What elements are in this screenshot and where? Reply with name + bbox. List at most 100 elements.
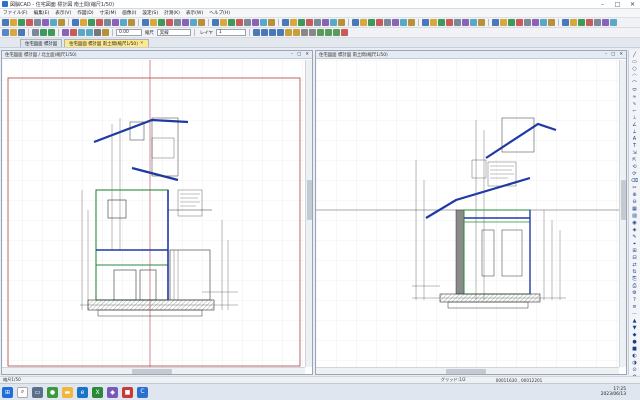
drawing-tool-icon[interactable]: ○: [631, 66, 639, 72]
move-tool-icon[interactable]: [316, 29, 324, 36]
close-tab-icon[interactable]: ✕: [140, 41, 144, 46]
drawing-tool-icon[interactable]: ⊖: [631, 199, 639, 205]
cursor-icon[interactable]: [586, 19, 593, 26]
drawing-tool-icon[interactable]: ⊕: [631, 192, 639, 198]
drawing-tool-icon[interactable]: ▭: [631, 59, 639, 65]
dim-icon[interactable]: [182, 19, 189, 26]
zoom-icon[interactable]: [78, 29, 85, 36]
pdf-icon[interactable]: [548, 19, 555, 26]
print-icon[interactable]: [32, 29, 39, 36]
drawing-tool-icon[interactable]: ⟳: [631, 171, 639, 177]
text-tool-icon[interactable]: [284, 29, 292, 36]
color-icon[interactable]: [244, 19, 251, 26]
export-icon[interactable]: [524, 19, 531, 26]
select-icon[interactable]: [112, 19, 119, 26]
redo-icon[interactable]: [48, 29, 55, 36]
menu-window[interactable]: 表示(W): [183, 10, 206, 16]
menu-edit[interactable]: 編集(E): [31, 10, 53, 16]
paste-icon[interactable]: [50, 19, 57, 26]
excel-icon[interactable]: X: [92, 386, 103, 398]
settings-icon[interactable]: [500, 19, 507, 26]
drawing-tool-icon[interactable]: ⇲: [631, 150, 639, 156]
polyline-icon[interactable]: [128, 19, 135, 26]
back-icon[interactable]: [438, 19, 445, 26]
drawing-tool-icon[interactable]: ■: [631, 346, 639, 352]
break-icon[interactable]: [384, 19, 391, 26]
line-icon[interactable]: [120, 19, 127, 26]
menu-image[interactable]: 画像(I): [119, 10, 139, 16]
line-tool-icon[interactable]: [252, 29, 260, 36]
scale-icon[interactable]: [330, 19, 337, 26]
image-icon[interactable]: [220, 19, 227, 26]
layer-icon[interactable]: [236, 19, 243, 26]
pane-close-button[interactable]: ✕: [305, 52, 309, 57]
app-icon-1[interactable]: ◆: [107, 386, 118, 398]
drawing-canvas-left[interactable]: [2, 60, 305, 367]
start-icon[interactable]: ⊞: [2, 386, 13, 398]
hatch-icon[interactable]: [198, 19, 205, 26]
drawing-tool-icon[interactable]: A: [631, 136, 639, 142]
move-icon[interactable]: [298, 19, 305, 26]
drawing-tool-icon[interactable]: ⇅: [631, 269, 639, 275]
file-explorer-icon[interactable]: ▬: [62, 386, 73, 398]
drawing-tool-icon[interactable]: ◆: [631, 332, 639, 338]
menu-help[interactable]: ヘルプ(H): [206, 10, 233, 16]
drawing-tool-icon[interactable]: ✎: [631, 234, 639, 240]
maximize-button[interactable]: □: [610, 0, 625, 9]
lock-icon[interactable]: [446, 19, 453, 26]
drawing-tool-icon[interactable]: ⎘: [631, 276, 639, 282]
dimension-tool-icon[interactable]: [292, 29, 300, 36]
drawing-tool-icon[interactable]: ⟲: [631, 164, 639, 170]
menu-draw[interactable]: 作図(D): [74, 10, 96, 16]
drawing-canvas-right[interactable]: [316, 60, 619, 367]
menu-measure[interactable]: 計測(K): [161, 10, 183, 16]
hide-icon[interactable]: [462, 19, 469, 26]
leader-icon[interactable]: [190, 19, 197, 26]
unlock-icon[interactable]: [454, 19, 461, 26]
cut-icon[interactable]: [34, 19, 41, 26]
rotate-tool-icon[interactable]: [332, 29, 340, 36]
zoom-in-icon[interactable]: [80, 19, 87, 26]
new-icon[interactable]: [2, 19, 9, 26]
drawing-tool-icon[interactable]: ⌫: [631, 178, 639, 184]
trim-icon[interactable]: [338, 19, 345, 26]
tab-document-2[interactable]: 住宅図面 標計図 南土間(縮尺1/50) ✕: [64, 39, 149, 47]
clock[interactable]: 17:25 2023/06/13: [601, 387, 640, 398]
linetype-select[interactable]: 実線: [156, 29, 191, 36]
open-file-icon[interactable]: [10, 29, 17, 36]
zoom-out-icon[interactable]: [88, 19, 95, 26]
menu-dimension[interactable]: 寸法(M): [97, 10, 120, 16]
undo-icon[interactable]: [58, 19, 65, 26]
import-icon[interactable]: [532, 19, 539, 26]
drawing-tool-icon[interactable]: ⟂: [631, 129, 639, 135]
fit-icon[interactable]: [96, 19, 103, 26]
drawing-tool-icon[interactable]: ⌖: [631, 241, 639, 247]
text-icon[interactable]: [174, 19, 181, 26]
drawing-tool-icon[interactable]: ⊟: [631, 255, 639, 261]
grid-icon[interactable]: [260, 19, 267, 26]
chamfer-icon[interactable]: [376, 19, 383, 26]
print-preview-icon[interactable]: [516, 19, 523, 26]
cad-app-taskbar-icon[interactable]: C: [137, 386, 148, 398]
drawing-tool-icon[interactable]: ◑: [631, 360, 639, 366]
close-doc-icon[interactable]: [610, 19, 617, 26]
front-icon[interactable]: [430, 19, 437, 26]
arc-icon[interactable]: [158, 19, 165, 26]
redo2-icon[interactable]: [570, 19, 577, 26]
join-icon[interactable]: [392, 19, 399, 26]
vertical-scrollbar-left[interactable]: [305, 60, 312, 367]
menu-file[interactable]: ファイル(F): [0, 10, 31, 16]
pan-icon[interactable]: [86, 29, 93, 36]
props-icon[interactable]: [478, 19, 485, 26]
drawing-tool-icon[interactable]: ▨: [631, 213, 639, 219]
offset-icon[interactable]: [360, 19, 367, 26]
open-icon[interactable]: [10, 19, 17, 26]
ellipse-icon[interactable]: [166, 19, 173, 26]
undo2-icon[interactable]: [562, 19, 569, 26]
copy-tool-icon[interactable]: [324, 29, 332, 36]
layer-select[interactable]: 1: [215, 29, 246, 36]
drawing-tool-icon[interactable]: T: [631, 143, 639, 149]
help2-icon[interactable]: [594, 19, 601, 26]
tab-document-1[interactable]: 住宅図面 標計図: [20, 39, 63, 47]
snap-icon[interactable]: [252, 19, 259, 26]
